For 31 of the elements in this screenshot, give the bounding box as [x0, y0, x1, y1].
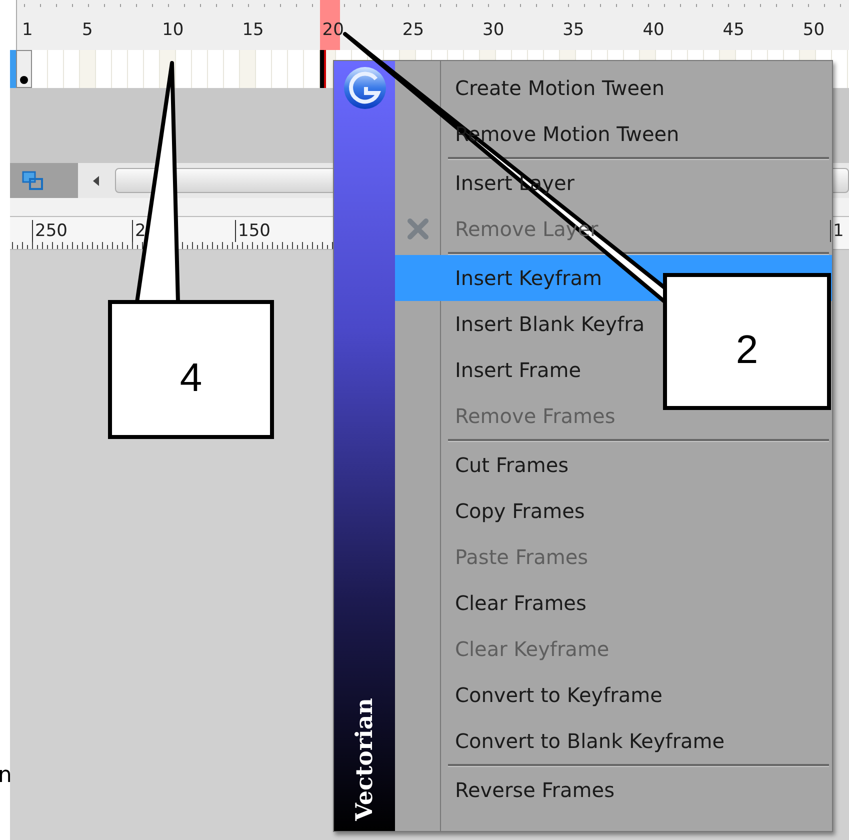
menu-item[interactable]: Insert Frame	[455, 358, 582, 382]
frame-number: 50	[802, 19, 825, 41]
frame-number: 45	[722, 19, 744, 41]
frame-number: 15	[242, 19, 264, 41]
menu-item[interactable]: Convert to Keyframe	[455, 683, 662, 707]
menu-item[interactable]: Convert to Blank Keyframe	[455, 729, 725, 753]
frame-number: 25	[402, 19, 424, 41]
keyframe-dot	[20, 76, 28, 84]
brand-text: Vectorian	[351, 698, 378, 821]
callout-number: 4	[180, 356, 202, 400]
scroll-left-button[interactable]	[78, 163, 113, 198]
menu-item[interactable]: Copy Frames	[455, 499, 585, 523]
menu-item[interactable]: Clear Frames	[455, 591, 586, 615]
menu-item[interactable]: Create Motion Tween	[455, 76, 665, 100]
frame-number: 20	[322, 19, 344, 41]
menu-item[interactable]: Insert Keyfram	[455, 266, 602, 290]
menu-item[interactable]: Reverse Frames	[455, 778, 614, 802]
frame-number: 10	[162, 19, 184, 41]
frame-number: 30	[482, 19, 504, 41]
keyframe-cell[interactable]	[16, 50, 32, 88]
frame-number: 1	[22, 19, 33, 41]
callout-number: 2	[736, 328, 758, 372]
delete-icon	[407, 218, 429, 240]
frame-number: 35	[562, 19, 584, 41]
frame-number: 40	[642, 19, 664, 41]
left-arrow-icon	[92, 174, 100, 186]
menu-item[interactable]: Insert Blank Keyfra	[455, 312, 645, 336]
partial-text: n	[0, 764, 10, 788]
logo-icon	[342, 65, 388, 111]
menu-item[interactable]: Cut Frames	[455, 453, 569, 477]
frame-number: 5	[82, 19, 93, 41]
